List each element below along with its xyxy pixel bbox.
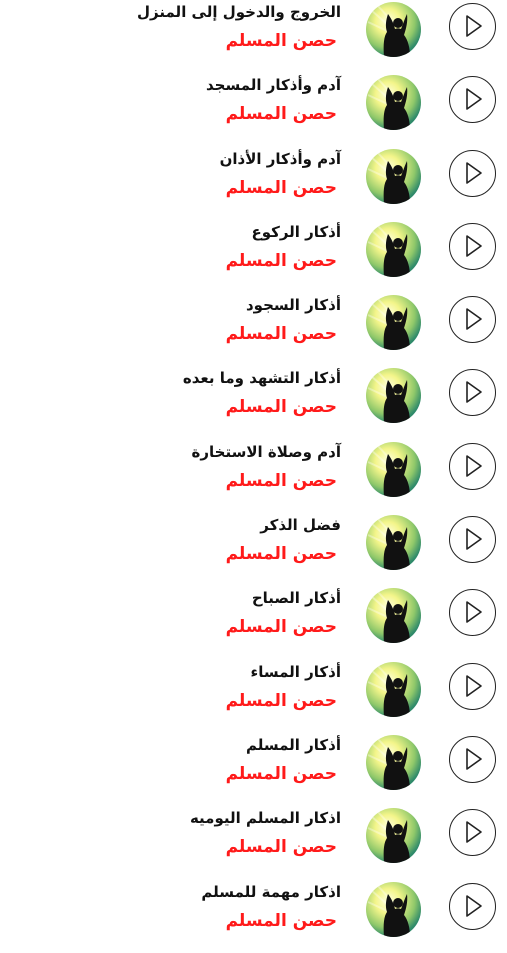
track-title: أذكار السجود [245,296,341,315]
track-title: الخروج والدخول إلى المنزل [137,3,341,21]
play-button[interactable] [449,3,496,50]
track-subtitle: حصن المسلم [225,763,337,784]
play-button[interactable] [449,369,496,417]
praying-person-icon [366,368,421,424]
track-title: أذكار المسلم [245,735,341,754]
play-button[interactable] [449,662,496,710]
track-texts: أذكار المسلم حصن المسلم [41,735,341,785]
track-row[interactable]: فضل الذكر حصن المسلم [0,513,507,586]
praying-person-icon [366,588,421,644]
track-subtitle: حصن المسلم [225,617,337,638]
track-row[interactable]: الخروج والدخول إلى المنزل حصن المسلم [0,0,507,73]
track-title: أذكار المساء [250,662,341,681]
play-button[interactable] [449,882,496,930]
track-title: آدم وأذكار الأذان [219,149,341,168]
praying-person-icon [366,75,421,131]
track-texts: آدم وأذكار المسجد حصن المسلم [41,75,341,125]
track-row[interactable]: آدم وأذكار الأذان حصن المسلم [0,147,507,220]
track-row[interactable]: آدم وصلاة الاستخارة حصن المسلم [0,440,507,513]
track-title: آدم وأذكار المسجد [206,76,341,95]
track-row[interactable]: آدم وأذكار المسجد حصن المسلم [0,73,507,146]
praying-person-icon [366,881,421,937]
track-subtitle: حصن المسلم [225,837,337,858]
track-subtitle: حصن المسلم [225,910,337,931]
play-button[interactable] [449,589,496,637]
track-row[interactable]: أذكار الصباح حصن المسلم [0,586,507,659]
track-row[interactable]: اذكار المسلم اليوميه حصن المسلم [0,806,507,879]
track-title: اذكار المسلم اليوميه [189,809,341,828]
play-button[interactable] [449,149,496,197]
track-row[interactable]: أذكار المساء حصن المسلم [0,660,507,733]
track-texts: الخروج والدخول إلى المنزل حصن المسلم [41,2,341,52]
track-subtitle: حصن المسلم [225,177,337,198]
track-title: أذكار الصباح [251,589,341,608]
praying-person-icon [366,808,421,864]
track-texts: أذكار الركوع حصن المسلم [41,222,341,272]
play-button[interactable] [449,809,496,857]
track-row[interactable]: أذكار التشهد وما بعده حصن المسلم [0,366,507,439]
praying-person-icon [366,221,421,277]
play-button[interactable] [449,222,496,270]
play-button[interactable] [449,735,496,783]
track-subtitle: حصن المسلم [225,104,337,125]
praying-person-icon [366,148,421,204]
track-texts: أذكار الصباح حصن المسلم [41,588,341,638]
track-title: أذكار التشهد وما بعده [182,369,341,388]
track-row[interactable]: أذكار الركوع حصن المسلم [0,220,507,293]
track-title: فضل الذكر [260,516,341,535]
track-row[interactable]: أذكار السجود حصن المسلم [0,293,507,366]
praying-person-icon [366,295,421,351]
track-title: آدم وصلاة الاستخارة [191,442,341,461]
track-texts: اذكار مهمة للمسلم حصن المسلم [41,882,341,932]
track-texts: آدم وأذكار الأذان حصن المسلم [41,149,341,199]
track-row[interactable]: أذكار المسلم حصن المسلم [0,733,507,806]
praying-person-icon [366,734,421,790]
play-button[interactable] [449,76,496,124]
track-texts: آدم وصلاة الاستخارة حصن المسلم [41,442,341,492]
play-button[interactable] [449,442,496,490]
play-button[interactable] [449,516,496,564]
track-subtitle: حصن المسلم [225,31,337,51]
play-button[interactable] [449,296,496,344]
track-texts: أذكار المساء حصن المسلم [41,662,341,712]
track-title: أذكار الركوع [251,222,341,241]
track-list: الخروج والدخول إلى المنزل حصن المسلم آدم… [0,0,507,953]
track-subtitle: حصن المسلم [225,470,337,491]
praying-person-icon [366,661,421,717]
track-texts: فضل الذكر حصن المسلم [41,515,341,565]
track-subtitle: حصن المسلم [225,690,337,711]
track-subtitle: حصن المسلم [225,544,337,565]
track-texts: أذكار السجود حصن المسلم [41,295,341,345]
track-row[interactable]: اذكار مهمة للمسلم حصن المسلم [0,880,507,953]
praying-person-icon [366,2,421,57]
track-title: اذكار مهمة للمسلم [201,882,341,901]
track-subtitle: حصن المسلم [225,324,337,345]
track-texts: اذكار المسلم اليوميه حصن المسلم [41,808,341,858]
praying-person-icon [366,441,421,497]
praying-person-icon [366,515,421,571]
track-subtitle: حصن المسلم [225,250,337,271]
track-texts: أذكار التشهد وما بعده حصن المسلم [41,368,341,418]
track-subtitle: حصن المسلم [225,397,337,418]
